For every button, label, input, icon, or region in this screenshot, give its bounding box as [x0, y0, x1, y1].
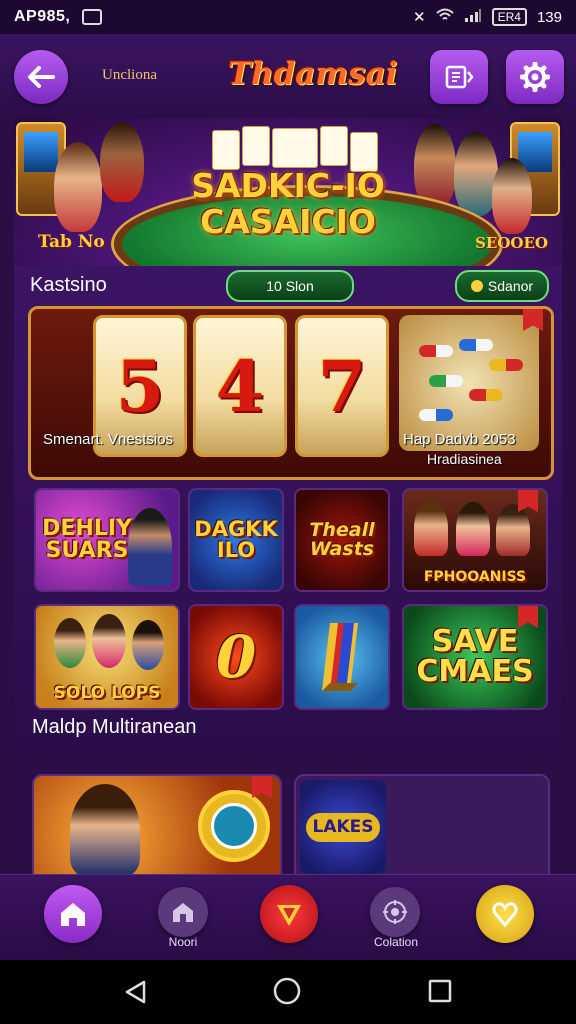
- reel-symbol: 4: [215, 344, 265, 428]
- wifi-icon: [435, 8, 454, 26]
- app-logo: Thdamsai: [228, 56, 398, 92]
- promo-card-title: LAKES: [306, 812, 380, 842]
- featured-slot-machine[interactable]: 5 4 7 Smenart. Vnestsios Hap Dadvb 2053 …: [28, 306, 554, 480]
- hot-badge-icon: [518, 606, 538, 628]
- game-tile-theall-wasts[interactable]: Theall Wasts: [294, 488, 390, 592]
- filter-pill-button[interactable]: Sdanor: [455, 270, 549, 302]
- signal-icon: [464, 8, 482, 26]
- hot-badge-icon: [518, 490, 538, 512]
- slot-reel: 4: [193, 315, 287, 457]
- status-time: AP985,: [14, 8, 71, 25]
- coin-icon: [470, 280, 483, 292]
- hero-left-label: Tab No: [38, 232, 105, 252]
- game-tile-title: FPHOOANISS: [423, 569, 527, 585]
- nav-lobby-label: Noori: [168, 935, 198, 949]
- status-bar: AP985, ✕ ER4 139: [0, 0, 576, 34]
- nav-collection-button[interactable]: [370, 887, 420, 937]
- playing-card: [320, 126, 348, 166]
- system-nav-bar: [0, 960, 576, 1024]
- header-subtitle: Uncliona: [102, 67, 157, 83]
- game-tile-title: 0: [215, 623, 257, 691]
- heart-shield-icon: [492, 902, 518, 928]
- hot-badge-icon: [252, 776, 272, 798]
- home-icon: [61, 903, 85, 926]
- target-icon: [383, 900, 407, 924]
- promo-card[interactable]: [32, 774, 282, 878]
- game-tile-title: DAGKK ILO: [194, 517, 278, 562]
- shield-heart-icon: [277, 905, 301, 926]
- battery-icon: ER4: [491, 8, 527, 26]
- menu-button[interactable]: [430, 50, 488, 104]
- game-tile-title: SAVE CMAES: [416, 624, 534, 689]
- playing-card: [272, 128, 318, 168]
- player-image: [70, 784, 140, 876]
- square-recents-icon: [428, 979, 452, 1003]
- nav-home-button[interactable]: [44, 885, 102, 943]
- game-tile-title: Theall Wasts: [309, 519, 375, 560]
- gear-icon: [520, 62, 550, 92]
- system-recents-button[interactable]: [428, 979, 452, 1003]
- section-title: Maldp Multiranean: [32, 716, 197, 738]
- game-tile-fphooanis[interactable]: FPHOOANISS: [402, 488, 548, 592]
- circle-home-icon: [273, 977, 301, 1005]
- hero-right-label: SEOOEO: [475, 234, 548, 252]
- status-level: 139: [536, 8, 562, 26]
- system-home-button[interactable]: [272, 976, 302, 1006]
- settings-button[interactable]: [506, 50, 564, 104]
- hero-title-line1: SADKIC-IO: [191, 166, 385, 205]
- status-icons: ✕ ER4 139: [413, 8, 562, 26]
- playing-card: [212, 130, 240, 170]
- rainbow-block-icon: [322, 623, 358, 691]
- game-tile-title: DEHLIY SUARS: [42, 516, 132, 563]
- reel-symbol: 7: [317, 344, 367, 428]
- slot-caption-left: Smenart. Vnestsios: [43, 431, 174, 448]
- lobby-icon: [173, 903, 193, 922]
- game-tile-rainbow[interactable]: [294, 604, 390, 710]
- slots-pill-button[interactable]: 10 Slon: [226, 270, 354, 302]
- coin-badge-icon: [198, 790, 270, 862]
- slot-caption-right-sub: Hradiasinea: [427, 451, 502, 467]
- section-title: Kastsino: [30, 274, 107, 296]
- slot-caption-right: Hap Dadvb 2053: [403, 431, 516, 448]
- promo-card[interactable]: LAKES: [294, 774, 550, 878]
- app-header: Uncliona Thdamsai: [0, 34, 576, 118]
- mute-icon: ✕: [413, 9, 426, 26]
- game-tile-black-ilo[interactable]: DAGKK ILO: [188, 488, 284, 592]
- system-back-button[interactable]: [122, 978, 150, 1006]
- arrow-left-icon: [28, 66, 55, 88]
- bottom-nav: Noori Colation: [0, 874, 576, 961]
- slots-pill-label: 10 Slon: [266, 278, 314, 294]
- list-icon: [445, 65, 474, 89]
- notification-icon: [82, 9, 103, 25]
- game-tile-daily-stars[interactable]: DEHLIY SUARS: [34, 488, 180, 592]
- slot-reel: 7: [295, 315, 389, 457]
- nav-favorites-button[interactable]: [260, 885, 318, 943]
- nav-lobby-button[interactable]: [158, 887, 208, 937]
- hero-banner[interactable]: SADKIC-IO CASAICIO Tab No SEOOEO: [14, 118, 562, 266]
- nav-rewards-button[interactable]: [476, 885, 534, 943]
- game-tile-solo-lops[interactable]: SOLO LOPS: [34, 604, 180, 710]
- playing-card: [242, 126, 270, 166]
- reel-symbol: 5: [115, 344, 165, 428]
- nav-collection-label: Colation: [373, 935, 419, 949]
- filter-pill-label: Sdanor: [487, 278, 534, 294]
- game-tile-title: SOLO LOPS: [53, 683, 161, 703]
- triangle-back-icon: [125, 980, 146, 1004]
- game-tile-save-games[interactable]: SAVE CMAES: [402, 604, 548, 710]
- hero-title: SADKIC-IO CASAICIO: [14, 168, 562, 240]
- game-tile-zero[interactable]: 0: [188, 604, 284, 710]
- player-image: [128, 508, 172, 586]
- back-button[interactable]: [14, 50, 68, 104]
